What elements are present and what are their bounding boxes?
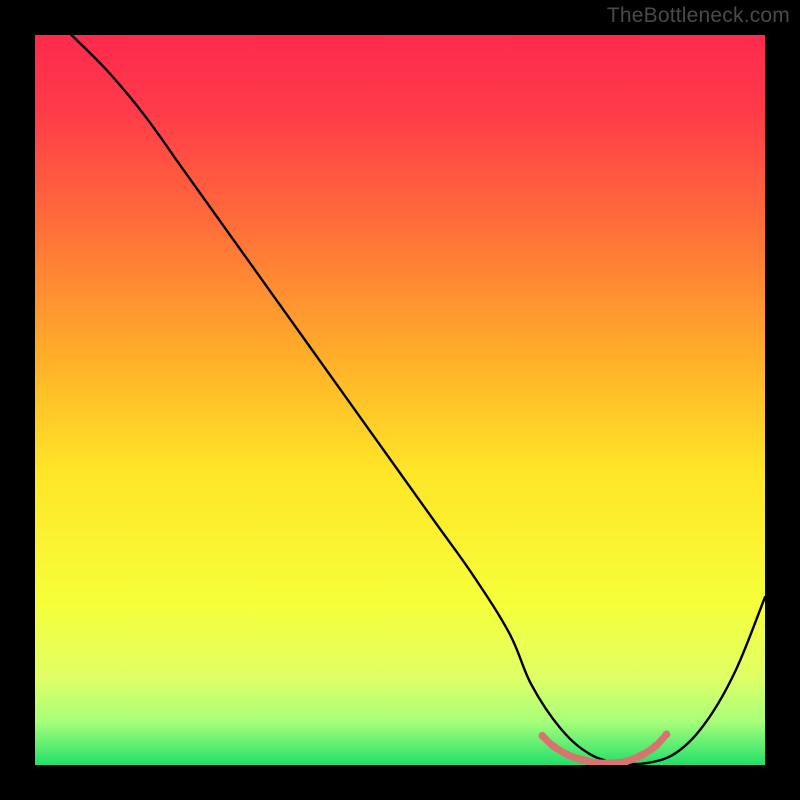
chart-svg bbox=[35, 35, 765, 765]
chart-plot-area bbox=[35, 35, 765, 765]
chart-frame: TheBottleneck.com bbox=[0, 0, 800, 800]
watermark-text: TheBottleneck.com bbox=[607, 4, 790, 28]
